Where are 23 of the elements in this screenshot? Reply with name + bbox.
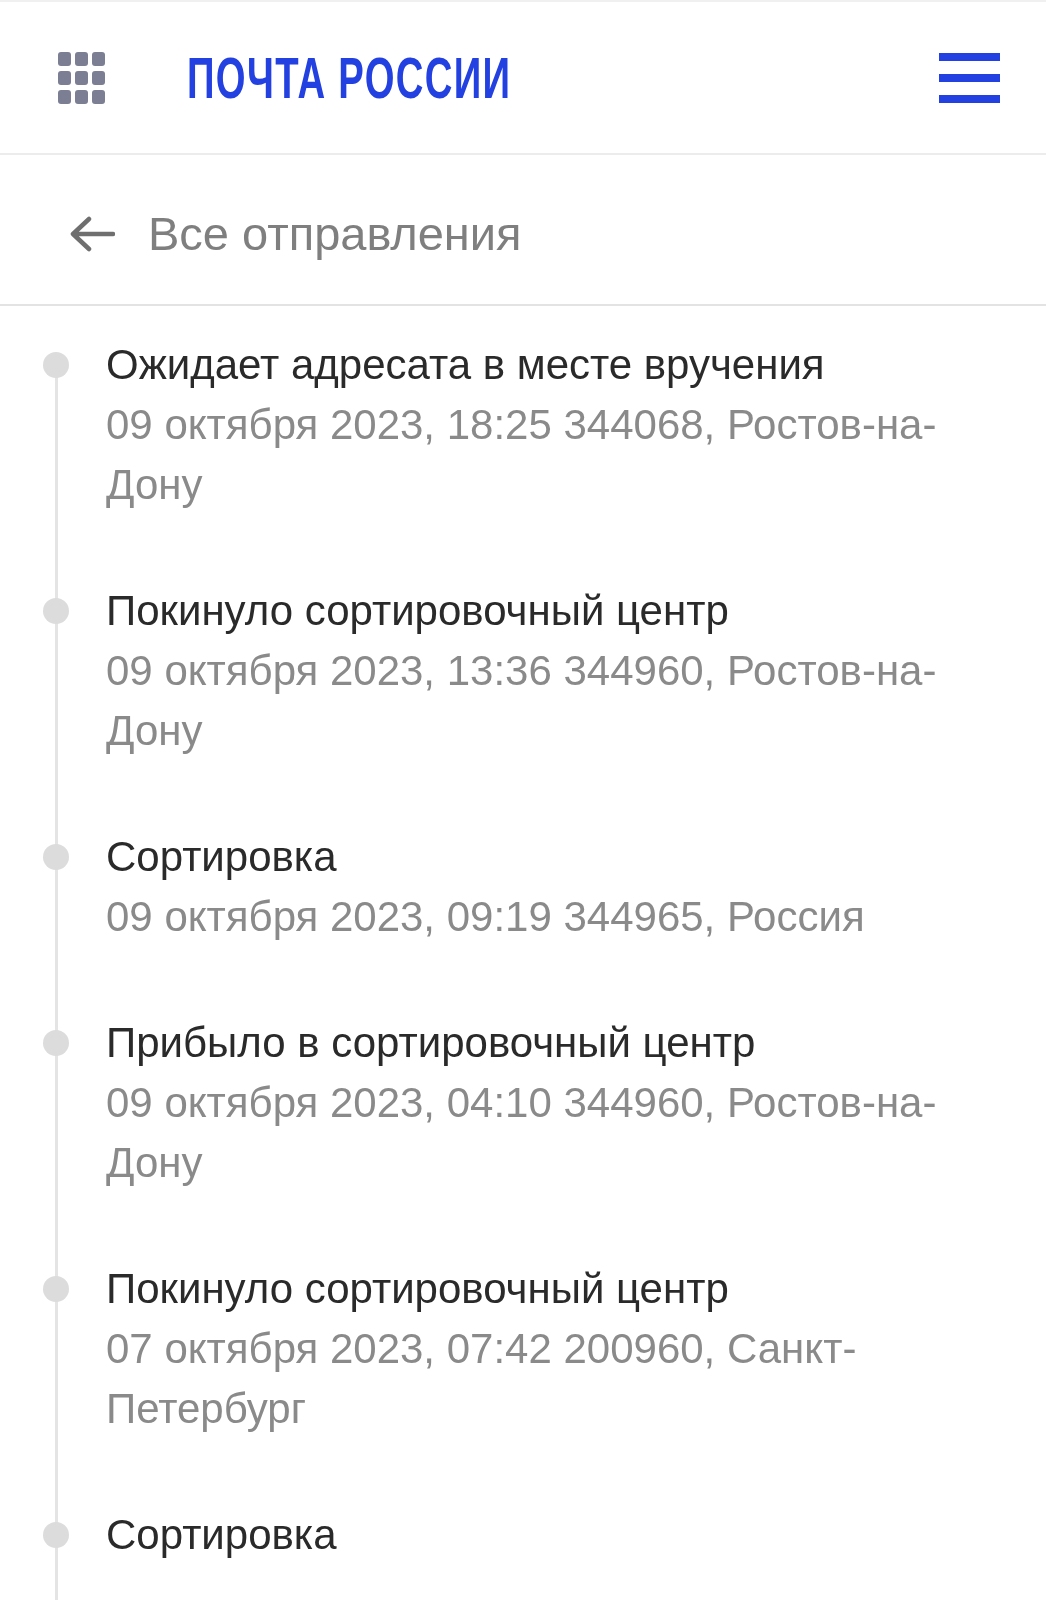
menu-icon[interactable] (939, 52, 1000, 103)
timeline-marker-icon (43, 1522, 69, 1548)
back-link-label: Все отправления (148, 206, 522, 261)
timeline-marker-icon (43, 844, 69, 870)
timeline-marker-icon (43, 598, 69, 624)
event-details: 09 октября 2023, 04:10 344960, Ростов-на-Дону (106, 1078, 938, 1188)
back-arrow-icon (69, 215, 115, 252)
event-title: Сортировка (106, 832, 338, 882)
event-title: Ожидает адресата в месте вручения (106, 340, 826, 390)
event-details: 07 октября 2023, 07:42 200960, Санкт-Петербург (106, 1324, 858, 1434)
event-details: 09 октября 2023, 09:19 344965, Россия (106, 892, 866, 942)
apps-grid-icon[interactable] (58, 51, 105, 104)
event-title: Сортировка (106, 1510, 338, 1560)
event-details: 09 октября 2023, 18:25 344068, Ростов-на-Дону (106, 400, 938, 510)
timeline-marker-icon (43, 1276, 69, 1302)
event-details: 09 октября 2023, 13:36 344960, Ростов-на-Дону (106, 646, 938, 756)
event-title: Покинуло сортировочный центр (106, 586, 730, 636)
event-title: Прибыло в сортировочный центр (106, 1018, 757, 1068)
timeline-marker-icon (43, 1030, 69, 1056)
logo[interactable]: ПОЧТА РОССИИ (187, 48, 512, 107)
back-link[interactable]: Все отправления (69, 198, 522, 261)
timeline-marker-icon (43, 352, 69, 378)
event-title: Покинуло сортировочный центр (106, 1264, 730, 1314)
